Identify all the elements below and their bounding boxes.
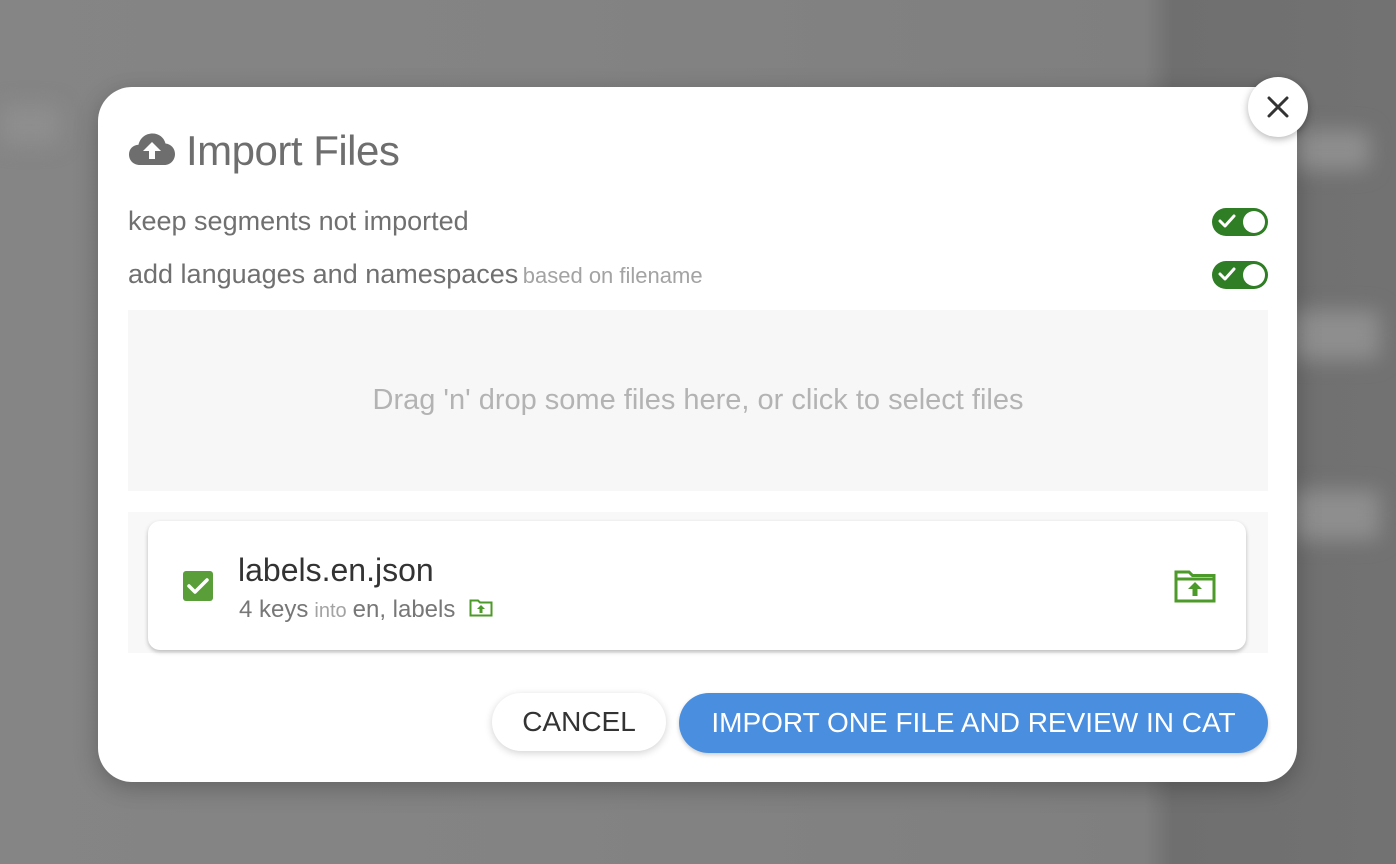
add-languages-toggle[interactable] xyxy=(1212,260,1268,289)
check-icon xyxy=(1218,214,1236,227)
file-item: labels.en.json 4 keys into en, labels xyxy=(148,521,1246,650)
toggle-knob xyxy=(1243,210,1265,233)
folder-upload-icon[interactable] xyxy=(469,596,493,624)
option-keep-segments: keep segments not imported xyxy=(128,206,1268,237)
file-name: labels.en.json xyxy=(238,552,434,588)
check-icon xyxy=(1218,267,1236,280)
keep-segments-toggle[interactable] xyxy=(1212,207,1268,236)
toggle-knob xyxy=(1243,263,1265,286)
option-text: keep segments not imported xyxy=(128,206,469,237)
dialog-header: Import Files xyxy=(128,127,400,175)
file-checkbox[interactable] xyxy=(183,571,213,601)
file-meta: 4 keys into en, labels xyxy=(239,596,493,624)
option-text: add languages and namespaces based on fi… xyxy=(128,259,703,290)
dialog-title: Import Files xyxy=(186,127,400,174)
option-label: keep segments not imported xyxy=(128,206,469,236)
file-list: labels.en.json 4 keys into en, labels xyxy=(128,512,1268,653)
option-hint: based on filename xyxy=(522,263,703,288)
background-shape xyxy=(1290,310,1380,360)
dropzone-text: Drag 'n' drop some files here, or click … xyxy=(372,384,1024,416)
check-icon xyxy=(187,578,209,594)
cancel-button[interactable]: CANCEL xyxy=(492,693,666,751)
background-shape xyxy=(1290,490,1380,540)
file-key-count: 4 keys xyxy=(239,596,309,623)
file-target: en, labels xyxy=(352,596,456,623)
option-label: add languages and namespaces xyxy=(128,259,519,289)
background-shape xyxy=(1290,130,1370,170)
background-shape xyxy=(0,105,60,145)
close-icon xyxy=(1267,96,1289,118)
file-dropzone[interactable]: Drag 'n' drop some files here, or click … xyxy=(128,310,1268,491)
file-into-label: into xyxy=(314,600,347,622)
close-button[interactable] xyxy=(1248,77,1308,137)
folder-upload-icon[interactable] xyxy=(1174,569,1216,608)
import-files-dialog: Import Files keep segments not imported … xyxy=(98,87,1297,782)
option-add-languages: add languages and namespaces based on fi… xyxy=(128,259,1268,290)
cloud-upload-icon xyxy=(128,132,176,171)
import-button[interactable]: IMPORT ONE FILE AND REVIEW IN CAT xyxy=(679,693,1268,753)
